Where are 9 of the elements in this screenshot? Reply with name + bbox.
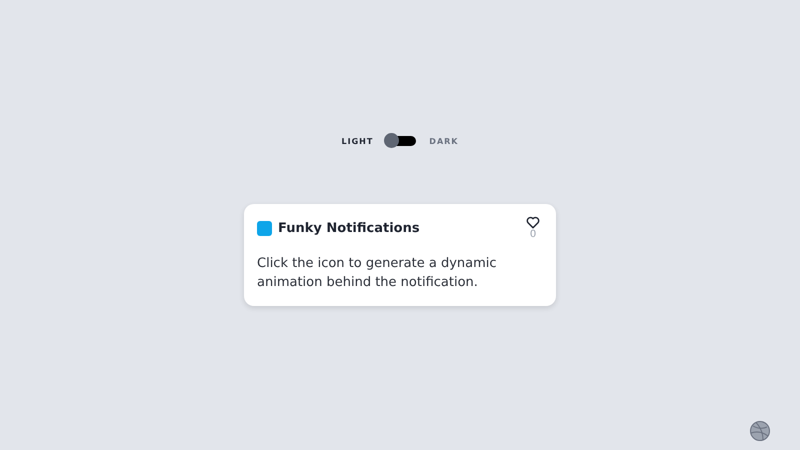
- heart-icon[interactable]: [526, 216, 540, 229]
- card-body-text: Click the icon to generate a dynamic animation behind the notification.: [257, 255, 498, 292]
- card-title: Funky Notifications: [278, 221, 420, 236]
- theme-toggle[interactable]: [386, 136, 416, 146]
- color-square-icon[interactable]: [257, 221, 272, 236]
- dark-label: DARK: [429, 136, 458, 146]
- like-count: 0: [530, 229, 536, 240]
- light-label: LIGHT: [342, 136, 374, 146]
- ball-icon[interactable]: [750, 421, 770, 441]
